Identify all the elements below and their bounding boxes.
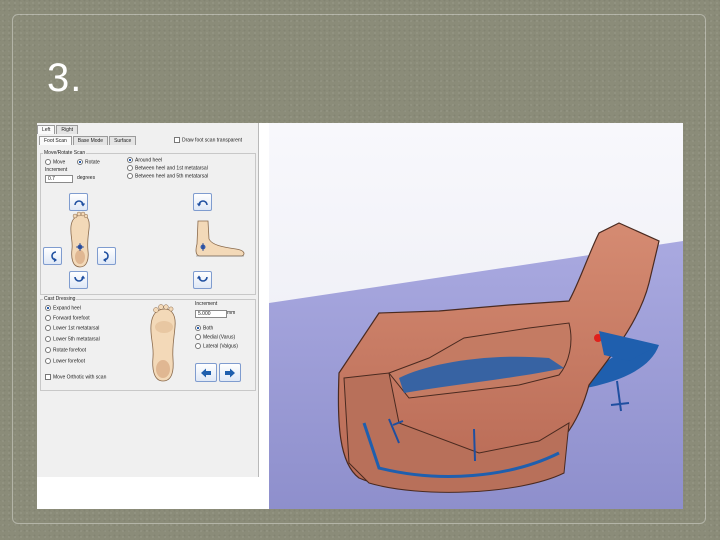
radio-forward-forefoot[interactable]: [45, 315, 51, 321]
draw-transparent-checkbox[interactable]: Draw foot scan transparent: [174, 137, 242, 144]
radio-lower-forefoot[interactable]: [45, 358, 51, 364]
lower-fifth-label: Lower 5th metatarsal: [53, 336, 100, 343]
pivot-heel-label: Around heel: [135, 157, 162, 164]
foot-side-image: [195, 220, 245, 257]
forward-forefoot-label: Forward forefoot: [53, 315, 90, 322]
radio-pivot-first[interactable]: [127, 165, 133, 171]
radio-lower-fifth[interactable]: [45, 336, 51, 342]
arrow-left-button[interactable]: [195, 363, 217, 382]
rotate-down-right-button[interactable]: [193, 271, 212, 289]
move-orthotic-checkbox[interactable]: Move Orthotic with scan: [45, 374, 106, 381]
draw-transparent-label: Draw foot scan transparent: [182, 137, 243, 144]
foot-sole-cast-image: [150, 304, 176, 382]
side-lateral-label: Lateral (Valgus): [203, 343, 238, 350]
rotate-up-left-button[interactable]: [69, 193, 88, 211]
move-rotate-label: Move/Rotate Scan: [43, 150, 87, 156]
radio-expand-heel[interactable]: [45, 305, 51, 311]
radio-move[interactable]: [45, 159, 51, 165]
3d-viewport[interactable]: [269, 123, 683, 509]
rotate-forefoot-radio[interactable]: Rotate forefoot: [45, 347, 86, 354]
mode-rotate-radio[interactable]: Rotate: [77, 159, 100, 166]
axis-marker-2: [473, 428, 476, 462]
side-tabs: Left Right: [37, 125, 79, 134]
rotate-left-button[interactable]: [43, 247, 62, 265]
app-screenshot: Left Right Foot Scan Base Mode Surface D…: [37, 123, 683, 509]
rotate-arrow-icon: [196, 200, 208, 207]
tab-base-mode[interactable]: Base Mode: [72, 136, 109, 145]
pivot-first-label: Between heel and 1st metatarsal: [135, 165, 208, 172]
increment-unit: degrees: [77, 175, 96, 181]
radio-pivot-heel[interactable]: [127, 157, 133, 163]
tab-left[interactable]: Left: [37, 125, 56, 134]
side-both-radio[interactable]: Both: [195, 325, 213, 332]
rotate-down-icon: [73, 275, 85, 282]
mode-move-label: Move: [53, 159, 66, 166]
pivot-fifth-label: Between heel and 5th metatarsal: [135, 173, 209, 180]
mode-move-radio[interactable]: Move: [45, 159, 65, 166]
cast-increment-input[interactable]: 5.000: [195, 310, 227, 318]
mode-rotate-label: Rotate: [85, 159, 100, 166]
rotate-right-icon: [102, 251, 109, 262]
side-both-label: Both: [203, 325, 214, 332]
radio-pivot-fifth[interactable]: [127, 173, 133, 179]
cast-dressing-label: Cast Dressing: [43, 296, 77, 302]
tab-surface[interactable]: Surface: [109, 136, 137, 145]
radio-side-medial[interactable]: [195, 334, 201, 340]
expand-heel-label: Expand heel: [53, 305, 81, 312]
checkbox-box[interactable]: [174, 137, 180, 143]
radio-rotate-forefoot[interactable]: [45, 347, 51, 353]
radio-lower-first[interactable]: [45, 325, 51, 331]
arrow-right-icon: [225, 368, 235, 377]
lower-first-label: Lower 1st metatarsal: [53, 325, 100, 332]
control-panel: Left Right Foot Scan Base Mode Surface D…: [37, 123, 259, 477]
lower-first-metatarsal-radio[interactable]: Lower 1st metatarsal: [45, 325, 99, 332]
rotate-left-icon: [50, 251, 57, 262]
lower-forefoot-radio[interactable]: Lower forefoot: [45, 358, 85, 365]
side-medial-label: Medial (Varus): [203, 334, 236, 341]
cast-increment-label: Increment: [195, 301, 218, 307]
forward-forefoot-radio[interactable]: Forward forefoot: [45, 315, 90, 322]
pivot-fifth-metatarsal-radio[interactable]: Between heel and 5th metatarsal: [127, 173, 208, 180]
rotate-up-right-button[interactable]: [193, 193, 212, 211]
rotate-arrow-icon: [73, 200, 85, 207]
rotate-down-left-button[interactable]: [69, 271, 88, 289]
lower-fifth-metatarsal-radio[interactable]: Lower 5th metatarsal: [45, 336, 100, 343]
pivot-heel-radio[interactable]: Around heel: [127, 157, 162, 164]
rotate-forefoot-label: Rotate forefoot: [53, 347, 87, 354]
3d-scene: [269, 222, 683, 509]
rotate-right-button[interactable]: [97, 247, 116, 265]
increment-input[interactable]: 0.7: [45, 175, 73, 183]
radio-side-both[interactable]: [195, 325, 201, 331]
mode-tabs: Foot Scan Base Mode Surface: [39, 136, 137, 145]
radio-side-lateral[interactable]: [195, 343, 201, 349]
cast-increment-unit: mm: [227, 310, 236, 316]
tab-foot-scan[interactable]: Foot Scan: [39, 136, 72, 145]
side-lateral-radio[interactable]: Lateral (Valgus): [195, 343, 238, 350]
expand-heel-radio[interactable]: Expand heel: [45, 305, 81, 312]
rotate-down-icon: [196, 275, 208, 282]
lower-forefoot-label: Lower forefoot: [53, 358, 85, 365]
arrow-right-button[interactable]: [219, 363, 241, 382]
radio-rotate[interactable]: [77, 159, 83, 165]
arrow-left-icon: [201, 368, 211, 377]
foot-sole-top-image: [70, 211, 90, 268]
side-medial-radio[interactable]: Medial (Varus): [195, 334, 235, 341]
checkbox-move-orthotic[interactable]: [45, 374, 51, 380]
pivot-first-metatarsal-radio[interactable]: Between heel and 1st metatarsal: [127, 165, 208, 172]
tab-right[interactable]: Right: [56, 125, 79, 134]
move-orthotic-label: Move Orthotic with scan: [53, 374, 107, 381]
slide-title: 3.: [47, 56, 83, 100]
increment-label: Increment: [45, 167, 68, 173]
